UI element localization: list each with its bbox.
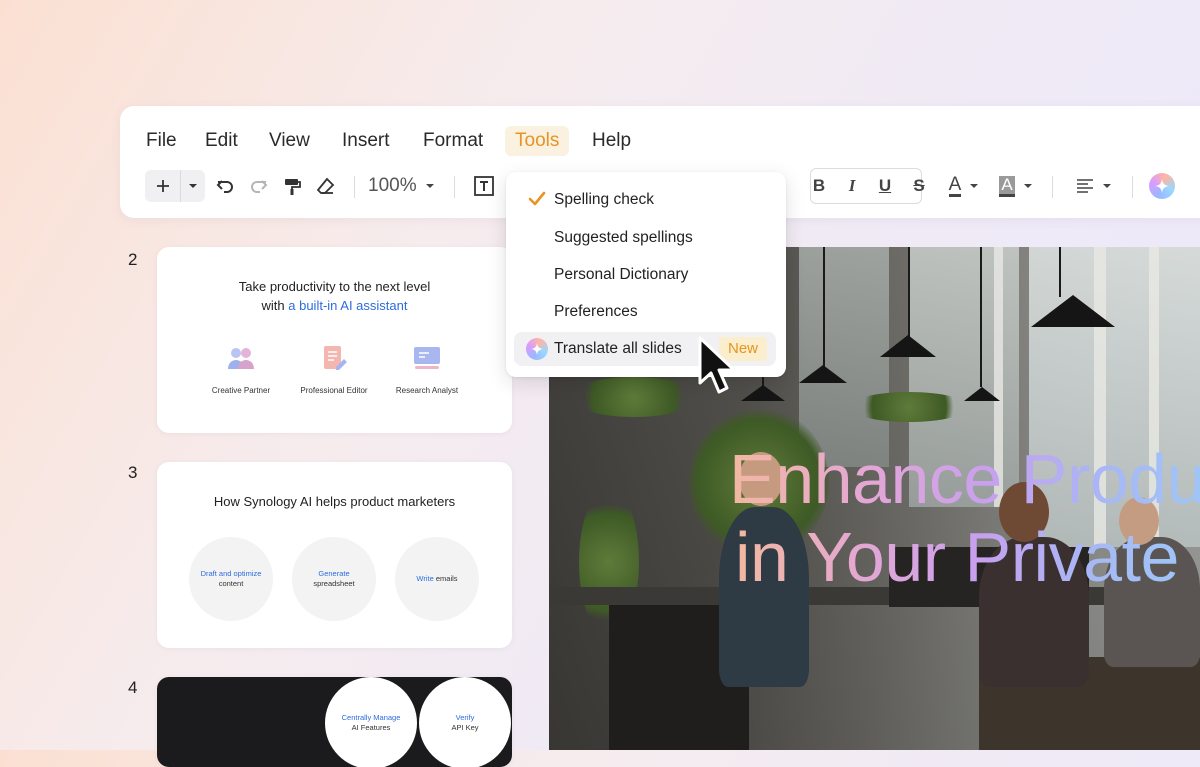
headline-prefix: with xyxy=(261,298,289,313)
tools-menu-dropdown: Spelling check Suggested spellings Perso… xyxy=(506,172,786,377)
slide-headline: How Synology AI helps product marketers xyxy=(213,494,456,509)
menu-item-label: Spelling check xyxy=(554,191,654,208)
use-case-circle: Write emails xyxy=(395,537,479,621)
circle-accent: Generate xyxy=(318,569,350,578)
slide-number: 3 xyxy=(128,463,138,482)
text-box-icon xyxy=(474,176,494,196)
slide-thumbnail-3[interactable]: How Synology AI helps product marketers … xyxy=(157,462,512,648)
bold-icon: B xyxy=(812,176,826,195)
use-case-circle: Generate spreadsheet xyxy=(292,537,376,621)
circle-accent: Write xyxy=(416,574,434,583)
use-case-circle: Draft and optimize content xyxy=(189,537,273,621)
clear-format-button[interactable] xyxy=(314,170,338,202)
menu-tools[interactable]: Tools xyxy=(505,126,570,156)
underline-icon: U xyxy=(878,176,892,195)
menu-item-label: Suggested spellings xyxy=(554,229,693,246)
sparkle-icon xyxy=(1155,179,1169,193)
slide-headline: Take productivity to the next level with… xyxy=(157,277,512,315)
circle-text: emails xyxy=(433,574,458,583)
add-dropdown-button[interactable] xyxy=(181,170,205,202)
chevron-down-icon xyxy=(1023,184,1032,188)
circle-accent: Verify xyxy=(455,713,475,722)
paint-format-button[interactable] xyxy=(280,170,304,202)
feature-creative-partner: Creative Partner xyxy=(191,345,291,395)
ai-assistant-button[interactable] xyxy=(1149,173,1175,199)
circle-accent: Draft and optimize xyxy=(200,569,262,578)
eraser-icon xyxy=(316,177,335,194)
menu-edit[interactable]: Edit xyxy=(195,126,248,156)
undo-icon xyxy=(216,180,233,193)
menu-insert[interactable]: Insert xyxy=(332,126,400,156)
feature-label: Professional Editor xyxy=(300,386,368,395)
menu-item-label: Personal Dictionary xyxy=(554,266,689,283)
menu-item-spelling-check[interactable]: Spelling check xyxy=(506,183,786,217)
chevron-down-icon xyxy=(1103,184,1111,188)
italic-button[interactable]: I xyxy=(841,170,863,202)
toolbar-divider xyxy=(354,176,355,198)
menu-file[interactable]: File xyxy=(136,126,187,156)
feature-circle: Verify API Key xyxy=(419,677,511,767)
hero-title-line1: Enhance Produ xyxy=(729,439,1200,519)
menu-help[interactable]: Help xyxy=(582,126,641,156)
add-button-group xyxy=(145,170,205,202)
circle-accent: Centrally Manage xyxy=(341,713,401,722)
headline-accent: a built-in AI assistant xyxy=(288,298,408,313)
align-button[interactable] xyxy=(1072,170,1116,202)
zoom-value: 100% xyxy=(368,175,417,196)
toolbar-divider xyxy=(1052,176,1053,198)
strikethrough-icon: S xyxy=(913,176,925,195)
italic-icon: I xyxy=(848,176,856,195)
menu-item-personal-dictionary[interactable]: Personal Dictionary xyxy=(506,258,786,292)
feature-circle: Centrally Manage AI Features xyxy=(325,677,417,767)
menu-view[interactable]: View xyxy=(259,126,320,156)
font-color-icon: A xyxy=(948,173,962,197)
feature-label: Creative Partner xyxy=(211,386,271,395)
align-left-icon xyxy=(1077,179,1093,193)
paint-roller-icon xyxy=(285,179,301,195)
circle-text: spreadsheet xyxy=(313,579,355,588)
slide-number: 4 xyxy=(128,678,138,697)
menu-item-label: Translate all slides xyxy=(554,340,682,357)
undo-button[interactable] xyxy=(214,170,238,202)
bold-button[interactable]: B xyxy=(808,170,830,202)
ai-sparkle-icon xyxy=(526,338,548,360)
slide-thumbnail-2[interactable]: Take productivity to the next level with… xyxy=(157,247,512,433)
feature-label: Research Analyst xyxy=(395,386,459,395)
font-color-button[interactable]: A xyxy=(942,170,986,202)
highlight-color-button[interactable]: A xyxy=(994,170,1038,202)
add-button[interactable] xyxy=(145,170,182,202)
redo-icon xyxy=(251,180,268,193)
circle-text: content xyxy=(218,579,244,588)
slide-headline-line2: with a built-in AI assistant xyxy=(157,296,512,315)
menu-item-suggested-spellings[interactable]: Suggested spellings xyxy=(506,221,786,255)
underline-button[interactable]: U xyxy=(874,170,896,202)
menu-format[interactable]: Format xyxy=(413,126,493,156)
document-edit-icon xyxy=(324,346,347,370)
chevron-down-icon xyxy=(189,184,198,188)
toolbar-divider xyxy=(1132,176,1133,198)
circle-text: AI Features xyxy=(351,723,391,732)
slide-thumbnail-4[interactable]: Centrally Manage AI Features Verify API … xyxy=(157,677,512,767)
zoom-select[interactable]: 100% xyxy=(368,170,435,202)
slide-number: 2 xyxy=(128,250,138,269)
plus-icon xyxy=(156,180,169,192)
slide-headline-line1: Take productivity to the next level xyxy=(238,279,431,294)
feature-professional-editor: Professional Editor xyxy=(284,345,384,395)
chevron-down-icon xyxy=(970,184,979,188)
redo-button[interactable] xyxy=(246,170,270,202)
menu-item-label: Preferences xyxy=(554,303,638,320)
menu-item-preferences[interactable]: Preferences xyxy=(506,295,786,329)
text-box-button[interactable] xyxy=(471,170,497,202)
monitor-icon xyxy=(414,347,440,369)
toolbar-divider xyxy=(454,176,455,198)
highlight-icon: A xyxy=(999,175,1015,197)
strikethrough-button[interactable]: S xyxy=(908,170,930,202)
hero-title-line2: in Your Private xyxy=(735,518,1179,596)
checkmark-icon xyxy=(528,191,546,206)
feature-research-analyst: Research Analyst xyxy=(377,345,477,395)
mouse-cursor-icon xyxy=(698,336,736,394)
people-icon xyxy=(228,348,254,369)
circle-text: API Key xyxy=(451,723,479,732)
chevron-down-icon xyxy=(425,184,434,188)
